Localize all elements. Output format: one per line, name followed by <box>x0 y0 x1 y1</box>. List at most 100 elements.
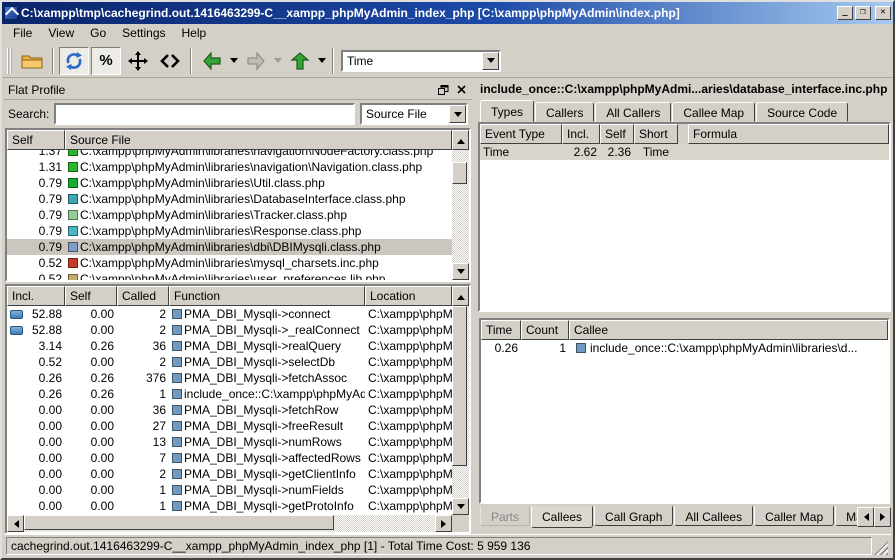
column-header-time[interactable]: Time <box>481 320 521 340</box>
function-row[interactable]: 0.000.0027PMA_DBI_Mysqli->freeResultC:\x… <box>7 418 452 434</box>
file-row[interactable]: 0.79C:\xampp\phpMyAdmin\libraries\dbi\DB… <box>7 239 452 255</box>
scroll-left-button[interactable] <box>7 515 24 532</box>
function-row[interactable]: 0.000.001PMA_DBI_Mysqli->numFieldsC:\xam… <box>7 482 452 498</box>
search-input[interactable] <box>54 103 355 125</box>
float-icon[interactable] <box>436 83 450 96</box>
tab-callers[interactable]: Callers <box>535 102 594 122</box>
menu-help[interactable]: Help <box>175 24 214 43</box>
menu-view[interactable]: View <box>41 24 81 43</box>
forward-button[interactable] <box>241 47 271 75</box>
back-dropdown[interactable] <box>229 47 239 75</box>
function-row[interactable]: 0.000.002PMA_DBI_Mysqli->getClientInfoC:… <box>7 466 452 482</box>
tab-callees[interactable]: Callees <box>531 506 593 528</box>
column-header-location[interactable]: Location <box>365 286 452 306</box>
tab-scroll-right-button[interactable] <box>874 507 891 527</box>
tab-scroll-left-button[interactable] <box>857 507 874 527</box>
file-row[interactable]: 0.79C:\xampp\phpMyAdmin\libraries\Databa… <box>7 191 452 207</box>
column-header-incl[interactable]: Incl. <box>7 286 65 306</box>
dock-close-icon[interactable] <box>454 83 468 96</box>
column-header-short[interactable]: Short <box>634 124 678 144</box>
function-row[interactable]: 0.260.261include_once::C:\xampp\phpMyAd.… <box>7 386 452 402</box>
column-header-called[interactable]: Called <box>117 286 169 306</box>
scroll-down-button[interactable] <box>452 498 469 515</box>
self-cost-cell: 0.26 <box>65 371 117 385</box>
function-table-hscrollbar[interactable] <box>7 515 452 532</box>
self-cost-cell: 0.00 <box>65 355 117 369</box>
file-group-icon <box>68 210 78 220</box>
minimize-button[interactable]: _ <box>837 6 853 20</box>
scroll-thumb[interactable] <box>452 162 467 184</box>
function-row[interactable]: 3.140.2636PMA_DBI_Mysqli->realQueryC:\xa… <box>7 338 452 354</box>
forward-dropdown[interactable] <box>273 47 283 75</box>
tab-caller-map[interactable]: Caller Map <box>754 506 834 526</box>
scroll-thumb[interactable] <box>452 306 467 466</box>
tab-all-callees[interactable]: All Callees <box>674 506 753 526</box>
up-button[interactable] <box>285 47 315 75</box>
menu-go[interactable]: Go <box>83 24 113 43</box>
scroll-track[interactable] <box>452 150 469 263</box>
event-type-combo[interactable]: Time <box>341 50 501 72</box>
scroll-thumb[interactable] <box>24 515 334 530</box>
column-header-count[interactable]: Count <box>521 320 569 340</box>
expand-shrink-button[interactable] <box>155 47 185 75</box>
open-file-button[interactable] <box>17 47 47 75</box>
title-bar[interactable]: C:\xampp\tmp\cachegrind.out.1416463299-C… <box>2 2 893 24</box>
dock-layout-button[interactable] <box>123 47 153 75</box>
column-header-self[interactable]: Self <box>65 286 117 306</box>
file-row[interactable]: 0.79C:\xampp\phpMyAdmin\libraries\Util.c… <box>7 175 452 191</box>
grouping-combo[interactable]: Source File <box>360 103 468 125</box>
up-dropdown[interactable] <box>317 47 327 75</box>
tab-types[interactable]: Types <box>480 100 534 122</box>
function-icon <box>172 405 182 415</box>
scroll-down-button[interactable] <box>452 263 469 280</box>
function-row[interactable]: 0.000.0036PMA_DBI_Mysqli->fetchRowC:\xam… <box>7 402 452 418</box>
tab-parts[interactable]: Parts <box>480 506 530 526</box>
scroll-track[interactable] <box>452 306 469 498</box>
function-row[interactable]: 0.000.007PMA_DBI_Mysqli->affectedRowsC:\… <box>7 450 452 466</box>
combo-dropdown-button[interactable] <box>449 105 466 123</box>
function-row[interactable]: 52.880.002PMA_DBI_Mysqli->connectC:\xamp… <box>7 306 452 322</box>
file-row[interactable]: 0.79C:\xampp\phpMyAdmin\libraries\Tracke… <box>7 207 452 223</box>
column-header-incl[interactable]: Incl. <box>562 124 600 144</box>
file-row[interactable]: 0.79C:\xampp\phpMyAdmin\libraries\Respon… <box>7 223 452 239</box>
column-header-callee[interactable]: Callee <box>569 320 888 340</box>
scroll-track[interactable] <box>24 515 435 532</box>
cycle-detection-button[interactable] <box>59 47 89 75</box>
function-row[interactable]: 0.260.26376PMA_DBI_Mysqli->fetchAssocC:\… <box>7 370 452 386</box>
dock-header[interactable]: Flat Profile <box>4 80 472 100</box>
tab-call-graph[interactable]: Call Graph <box>594 506 673 526</box>
event-type-row[interactable]: Time 2.62 2.36 Time <box>480 144 889 160</box>
tab-all-callers[interactable]: All Callers <box>595 102 671 122</box>
column-header-function[interactable]: Function <box>169 286 365 306</box>
column-header-event-type[interactable]: Event Type <box>480 124 562 144</box>
function-row[interactable]: 0.520.002PMA_DBI_Mysqli->selectDbC:\xamp… <box>7 354 452 370</box>
resize-grip[interactable] <box>874 541 888 555</box>
function-table-vscrollbar[interactable] <box>452 306 469 515</box>
function-row[interactable]: 0.000.0013PMA_DBI_Mysqli->numRowsC:\xamp… <box>7 434 452 450</box>
scroll-right-button[interactable] <box>435 515 452 532</box>
column-header-source-file[interactable]: Source File <box>65 130 452 150</box>
file-row[interactable]: 1.31C:\xampp\phpMyAdmin\libraries\naviga… <box>7 159 452 175</box>
scroll-up-button[interactable] <box>452 130 469 150</box>
function-row[interactable]: 0.000.001PMA_DBI_Mysqli->getProtoInfoC:\… <box>7 498 452 514</box>
menu-settings[interactable]: Settings <box>115 24 172 43</box>
column-header-self[interactable]: Self <box>7 130 65 150</box>
callee-row[interactable]: 0.26 1 include_once::C:\xampp\phpMyAdmin… <box>481 340 888 356</box>
relative-percent-button[interactable]: % <box>91 47 121 75</box>
maximize-button[interactable]: ❒ <box>855 6 871 20</box>
tab-callee-map[interactable]: Callee Map <box>672 102 755 122</box>
file-row[interactable]: 0.52C:\xampp\phpMyAdmin\libraries\mysql_… <box>7 255 452 271</box>
column-header-self[interactable]: Self <box>600 124 634 144</box>
back-button[interactable] <box>197 47 227 75</box>
self-cost-cell: 0.00 <box>65 483 117 497</box>
file-row[interactable]: 0.52C:\xampp\phpMyAdmin\libraries\user_p… <box>7 271 452 282</box>
toolbar-handle[interactable] <box>7 48 12 74</box>
menu-file[interactable]: File <box>6 24 39 43</box>
column-header-formula[interactable]: Formula <box>688 124 889 144</box>
combo-dropdown-button[interactable] <box>482 52 499 70</box>
function-row[interactable]: 52.880.002PMA_DBI_Mysqli->_realConnectC:… <box>7 322 452 338</box>
scroll-up-button[interactable] <box>452 286 469 306</box>
close-button[interactable]: ✕ <box>875 6 891 20</box>
tab-source-code[interactable]: Source Code <box>756 102 848 122</box>
file-table-vscrollbar[interactable] <box>452 150 469 280</box>
